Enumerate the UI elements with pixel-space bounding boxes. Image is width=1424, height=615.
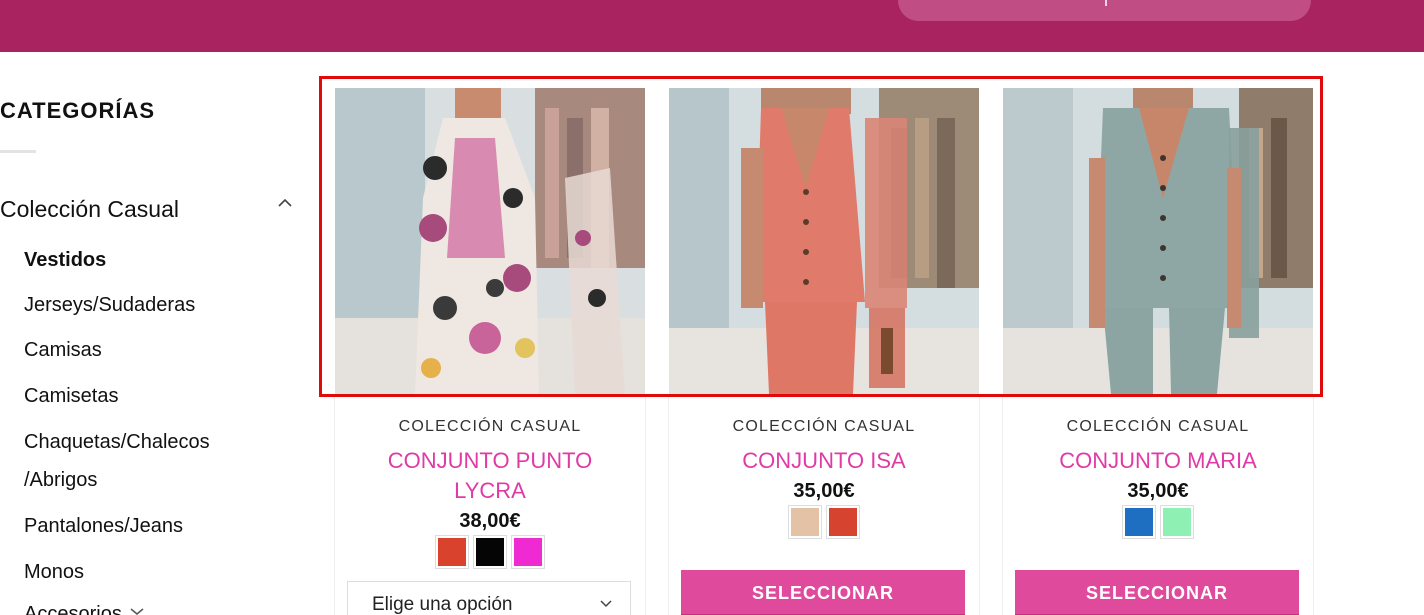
variant-select-placeholder: Elige una opción [372,594,513,615]
heading-divider [0,150,36,153]
chevron-down-icon [600,600,612,608]
product-image[interactable] [335,88,645,394]
color-swatch[interactable] [1160,505,1194,539]
color-swatches [669,505,979,539]
color-swatch[interactable] [1122,505,1156,539]
select-options-button[interactable]: SELECCIONAR [681,570,965,615]
color-swatch[interactable] [826,505,860,539]
sidebar-item-camisas[interactable]: Camisas [24,337,102,363]
search-cursor [1105,0,1107,6]
product-price: 35,00€ [793,480,855,502]
swatch-color-fill [1125,508,1153,536]
sidebar-item-vestidos[interactable]: Vestidos [24,247,106,273]
product-name[interactable]: CONJUNTO ISA [689,446,959,476]
swatch-color-fill [791,508,819,536]
color-swatch[interactable] [435,535,469,569]
site-header [0,0,1424,52]
chevron-down-icon[interactable] [128,606,146,615]
select-options-button[interactable]: SELECCIONAR [1015,570,1299,615]
color-swatch[interactable] [473,535,507,569]
color-swatches [335,535,645,569]
product-category[interactable]: COLECCIÓN CASUAL [669,418,979,436]
color-swatch[interactable] [788,505,822,539]
product-name[interactable]: CONJUNTO MARIA [1023,446,1293,476]
product-category[interactable]: COLECCIÓN CASUAL [1003,418,1313,436]
product-category[interactable]: COLECCIÓN CASUAL [335,418,645,436]
color-swatches [1003,505,1313,539]
sidebar-item-accesorios[interactable]: Accesorios [24,601,122,615]
variant-select[interactable]: Elige una opción [347,581,631,615]
sidebar-item-chaquetas[interactable]: Chaquetas/Chalecos [24,429,210,455]
product-name[interactable]: CONJUNTO PUNTO LYCRA [355,446,625,506]
search-input[interactable] [898,0,1311,21]
swatch-color-fill [1163,508,1191,536]
swatch-color-fill [829,508,857,536]
sidebar-item-camisetas[interactable]: Camisetas [24,383,118,409]
swatch-color-fill [438,538,466,566]
color-swatch[interactable] [511,535,545,569]
chevron-up-icon[interactable] [276,196,294,210]
swatch-color-fill [514,538,542,566]
product-image[interactable] [1003,88,1313,394]
category-coleccion-casual[interactable]: Colección Casual [0,196,179,223]
sidebar-item-monos[interactable]: Monos [24,559,84,585]
sidebar-item-chaquetas-cont[interactable]: /Abrigos [24,467,97,493]
sidebar-item-jerseys[interactable]: Jerseys/Sudaderas [24,292,195,318]
product-price: 35,00€ [1127,480,1189,502]
swatch-color-fill [476,538,504,566]
categories-heading: CATEGORÍAS [0,98,156,123]
sidebar-item-pantalones[interactable]: Pantalones/Jeans [24,513,183,539]
product-price: 38,00€ [459,510,521,532]
product-image[interactable] [669,88,979,394]
